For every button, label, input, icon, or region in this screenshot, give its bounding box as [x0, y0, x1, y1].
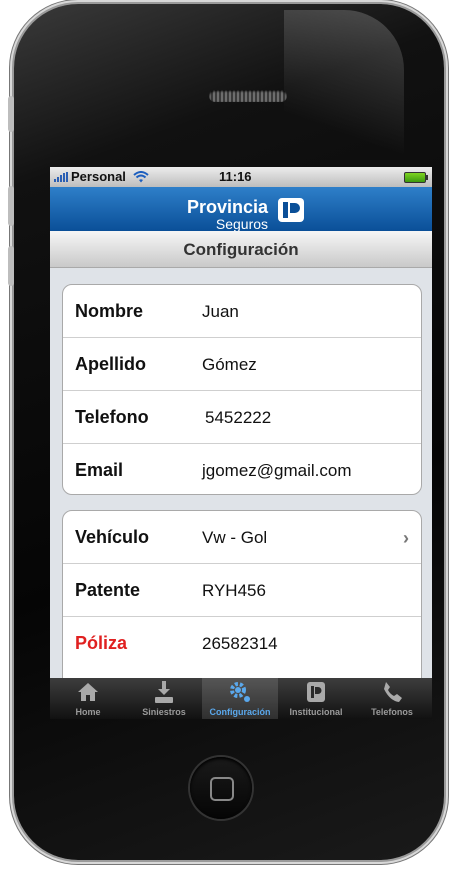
brand-header: Provincia Seguros — [50, 187, 432, 231]
provincia-logo-icon — [307, 682, 325, 702]
patente-value: RYH456 — [202, 581, 266, 600]
poliza-row[interactable]: Póliza 26582314 — [63, 617, 421, 669]
nombre-value: Juan — [202, 302, 239, 321]
patente-row[interactable]: Patente RYH456 — [63, 564, 421, 617]
apellido-row[interactable]: Apellido Gómez — [63, 338, 421, 391]
nombre-label: Nombre — [75, 301, 144, 321]
home-button[interactable] — [190, 757, 252, 819]
tab-siniestros-label: Siniestros — [142, 707, 186, 717]
earpiece-speaker — [209, 90, 287, 102]
mute-switch — [8, 96, 14, 132]
provincia-seguros-logo — [278, 198, 304, 222]
carrier-name: Personal — [71, 169, 126, 184]
download-tray-icon — [155, 681, 173, 703]
tab-telefonos[interactable]: Telefonos — [354, 678, 430, 719]
carrier: Personal — [54, 169, 149, 184]
poliza-label: Póliza — [75, 633, 128, 653]
phone-icon — [384, 682, 402, 702]
email-label: Email — [75, 460, 124, 480]
app-screen: Personal 11:16 Provincia Seguros Configu… — [50, 167, 432, 719]
volume-down-button — [8, 246, 14, 286]
patente-label: Patente — [75, 580, 141, 600]
tab-institucional[interactable]: Institucional — [278, 678, 354, 719]
vehiculo-value: Vw - Gol — [202, 528, 268, 547]
signal-icon — [54, 171, 68, 182]
vehiculo-label: Vehículo — [75, 527, 150, 547]
navigation-bar: Configuración — [50, 231, 432, 268]
telefono-value: 5452222 — [205, 408, 272, 427]
tab-telefonos-label: Telefonos — [371, 707, 413, 717]
nombre-row[interactable]: Nombre Juan — [63, 285, 421, 338]
brand-name-line2: Seguros — [215, 216, 269, 232]
battery-icon — [404, 172, 428, 183]
vehicle-info-group: Vehículo Vw - Gol › Patente RYH456 Póliz… — [62, 510, 422, 692]
telefono-row[interactable]: Telefono 5452222 — [63, 391, 421, 444]
poliza-value: 26582314 — [202, 634, 278, 653]
tab-configuracion-label: Configuración — [209, 707, 271, 717]
email-value: jgomez@gmail.com — [202, 461, 352, 480]
chevron-right-icon: › — [403, 528, 409, 548]
home-button-square-icon — [210, 777, 234, 801]
brand-name: Provincia Seguros — [187, 198, 268, 231]
volume-up-button — [8, 186, 14, 226]
vehiculo-row[interactable]: Vehículo Vw - Gol › — [63, 511, 421, 564]
gear-icon — [230, 682, 250, 702]
tab-bar: Home Siniestros Configuración Institucio… — [50, 678, 432, 719]
page-title: Configuración — [183, 240, 299, 259]
home-icon — [78, 683, 98, 701]
personal-info-group: Nombre Juan Apellido Gómez Telefono 5452… — [62, 284, 422, 495]
telefono-label: Telefono — [75, 407, 149, 427]
apellido-value: Gómez — [202, 355, 257, 374]
wifi-icon — [133, 170, 149, 182]
tab-siniestros[interactable]: Siniestros — [126, 678, 202, 719]
status-bar: Personal 11:16 — [50, 167, 432, 187]
email-row[interactable]: Email jgomez@gmail.com — [63, 444, 421, 494]
apellido-label: Apellido — [75, 354, 146, 374]
brand-name-line1: Provincia — [187, 197, 269, 217]
tab-configuracion[interactable]: Configuración — [202, 678, 278, 719]
tab-home[interactable]: Home — [50, 678, 126, 719]
tab-home-label: Home — [75, 707, 101, 717]
status-time: 11:16 — [219, 169, 252, 184]
tab-institucional-label: Institucional — [289, 707, 343, 717]
